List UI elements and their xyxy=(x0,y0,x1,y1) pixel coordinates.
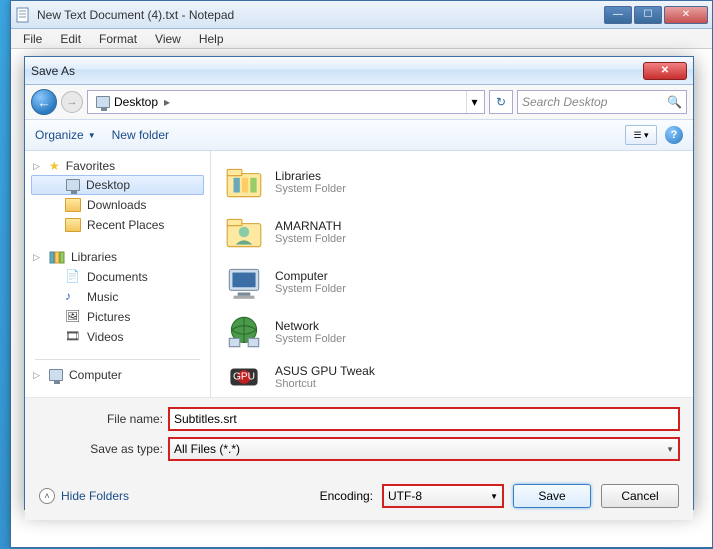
breadcrumb-label: Desktop xyxy=(114,95,158,109)
filename-label: File name: xyxy=(39,412,169,426)
chevron-down-icon: ▼ xyxy=(666,445,674,454)
breadcrumb-dropdown[interactable]: ▾ xyxy=(466,91,482,113)
file-list[interactable]: LibrariesSystem Folder AMARNATHSystem Fo… xyxy=(211,151,693,397)
svg-text:GPU: GPU xyxy=(233,372,255,383)
list-item[interactable]: AMARNATHSystem Folder xyxy=(219,207,685,257)
libraries-icon xyxy=(223,161,265,203)
caret-icon: ▷ xyxy=(33,370,40,381)
breadcrumb-desktop[interactable]: Desktop ▸ xyxy=(90,91,178,113)
network-icon xyxy=(223,311,265,353)
sidebar-item-pictures[interactable]: 🖼Pictures xyxy=(25,307,210,327)
menu-help[interactable]: Help xyxy=(191,30,232,48)
bottom-row: ˄ Hide Folders Encoding: UTF-8 ▼ Save Ca… xyxy=(25,476,693,520)
caret-icon: ▷ xyxy=(33,252,40,263)
pictures-icon: 🖼 xyxy=(65,309,81,325)
refresh-button[interactable]: ↻ xyxy=(489,90,513,114)
close-button[interactable]: ✕ xyxy=(664,6,708,24)
notepad-title: New Text Document (4).txt - Notepad xyxy=(37,8,604,22)
dialog-titlebar[interactable]: Save As ✕ xyxy=(25,57,693,85)
star-icon: ★ xyxy=(49,159,60,173)
list-item[interactable]: ComputerSystem Folder xyxy=(219,257,685,307)
new-folder-button[interactable]: New folder xyxy=(112,128,169,142)
list-item[interactable]: NetworkSystem Folder xyxy=(219,307,685,357)
maximize-button[interactable]: ☐ xyxy=(634,6,662,24)
sidebar-favorites-header[interactable]: ▷ ★ Favorites xyxy=(25,157,210,175)
form-area: File name: Save as type: All Files (*.*)… xyxy=(25,397,693,476)
saveastype-select[interactable]: All Files (*.*) ▼ xyxy=(169,438,679,460)
folder-icon xyxy=(65,198,81,212)
videos-icon: 🎞 xyxy=(65,329,81,345)
save-as-dialog: Save As ✕ ← → Desktop ▸ ▾ ↻ Search Deskt… xyxy=(24,56,694,510)
sidebar-computer-header[interactable]: ▷ Computer xyxy=(25,366,210,384)
folder-icon xyxy=(65,218,81,232)
filename-input[interactable] xyxy=(169,408,679,430)
encoding-label: Encoding: xyxy=(320,489,373,503)
save-button[interactable]: Save xyxy=(513,484,591,508)
gpu-icon: GPU xyxy=(223,360,265,394)
chevron-right-icon[interactable]: ▸ xyxy=(162,95,172,109)
sidebar-item-videos[interactable]: 🎞Videos xyxy=(25,327,210,347)
menu-file[interactable]: File xyxy=(15,30,50,48)
desktop-icon xyxy=(96,96,110,108)
encoding-select[interactable]: UTF-8 ▼ xyxy=(383,485,503,507)
notepad-titlebar[interactable]: New Text Document (4).txt - Notepad — ☐ … xyxy=(11,1,712,29)
sidebar-item-downloads[interactable]: Downloads xyxy=(25,195,210,215)
dialog-title: Save As xyxy=(31,64,643,78)
sidebar-computer-label: Computer xyxy=(69,368,122,382)
computer-icon xyxy=(223,261,265,303)
search-icon: 🔍 xyxy=(667,95,682,109)
nav-forward-button: → xyxy=(61,91,83,113)
list-item[interactable]: LibrariesSystem Folder xyxy=(219,157,685,207)
desktop-icon xyxy=(66,179,80,191)
menu-view[interactable]: View xyxy=(147,30,189,48)
chevron-down-icon: ▼ xyxy=(88,131,96,140)
hide-folders-button[interactable]: ˄ Hide Folders xyxy=(39,488,129,504)
computer-icon xyxy=(49,369,63,381)
sidebar: ▷ ★ Favorites Desktop Downloads Recent P… xyxy=(25,151,211,397)
chevron-up-icon: ˄ xyxy=(39,488,55,504)
minimize-button[interactable]: — xyxy=(604,6,632,24)
cancel-button[interactable]: Cancel xyxy=(601,484,679,508)
libraries-icon xyxy=(49,249,65,265)
dialog-close-button[interactable]: ✕ xyxy=(643,62,687,80)
music-icon: ♪ xyxy=(65,289,81,305)
caret-icon: ▷ xyxy=(33,161,40,172)
nav-row: ← → Desktop ▸ ▾ ↻ Search Desktop 🔍 xyxy=(25,85,693,119)
menu-edit[interactable]: Edit xyxy=(52,30,89,48)
sidebar-item-music[interactable]: ♪Music xyxy=(25,287,210,307)
view-mode-button[interactable]: ☰ ▾ xyxy=(625,125,657,145)
sidebar-item-documents[interactable]: 📄Documents xyxy=(25,267,210,287)
help-button[interactable]: ? xyxy=(665,126,683,144)
organize-button[interactable]: Organize ▼ xyxy=(35,128,96,142)
toolbar: Organize ▼ New folder ☰ ▾ ? xyxy=(25,119,693,151)
document-icon: 📄 xyxy=(65,269,81,285)
search-input[interactable]: Search Desktop 🔍 xyxy=(517,90,687,114)
nav-back-button[interactable]: ← xyxy=(31,89,57,115)
notepad-menubar: File Edit Format View Help xyxy=(11,29,712,49)
sidebar-libraries-header[interactable]: ▷ Libraries xyxy=(25,247,210,267)
sidebar-favorites-label: Favorites xyxy=(66,159,115,173)
sidebar-item-desktop[interactable]: Desktop xyxy=(31,175,204,195)
sidebar-item-recent[interactable]: Recent Places xyxy=(25,215,210,235)
user-folder-icon xyxy=(223,211,265,253)
chevron-down-icon: ▼ xyxy=(490,492,498,501)
list-item[interactable]: GPU ASUS GPU TweakShortcut xyxy=(219,357,685,397)
search-placeholder: Search Desktop xyxy=(522,95,607,109)
notepad-icon xyxy=(15,7,31,23)
sidebar-libraries-label: Libraries xyxy=(71,250,117,264)
menu-format[interactable]: Format xyxy=(91,30,145,48)
saveastype-label: Save as type: xyxy=(39,442,169,456)
breadcrumb[interactable]: Desktop ▸ ▾ xyxy=(87,90,485,114)
